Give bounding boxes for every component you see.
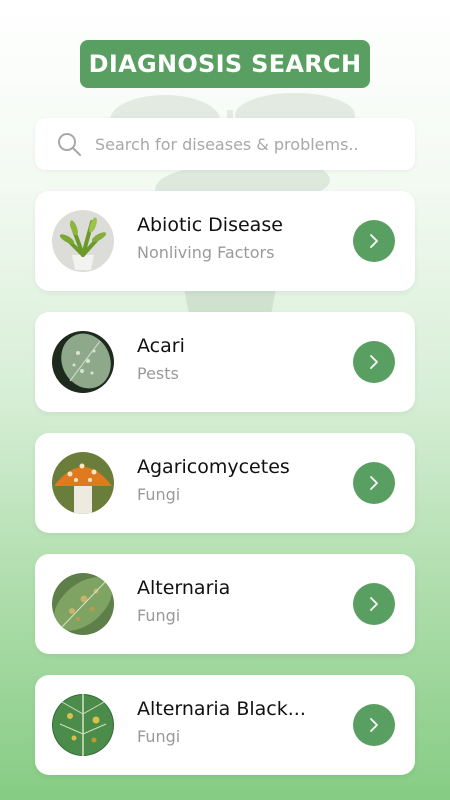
item-subtitle: Fungi bbox=[137, 606, 181, 625]
item-subtitle: Pests bbox=[137, 364, 179, 383]
mite-damaged-leaf-image bbox=[52, 331, 114, 393]
list-item-abiotic-disease[interactable]: Abiotic Disease Nonliving Factors bbox=[35, 191, 415, 291]
chevron-right-icon[interactable] bbox=[353, 341, 395, 383]
item-subtitle: Nonliving Factors bbox=[137, 243, 275, 262]
spotted-leaf-image bbox=[52, 573, 114, 635]
chevron-right-icon[interactable] bbox=[353, 220, 395, 262]
list-item-alternaria[interactable]: Alternaria Fungi bbox=[35, 554, 415, 654]
item-title: Alternaria bbox=[137, 577, 231, 599]
list-item-alternaria-black[interactable]: Alternaria Black... Fungi bbox=[35, 675, 415, 775]
blighted-leaf-image bbox=[52, 694, 114, 756]
search-bar[interactable] bbox=[35, 118, 415, 170]
list-item-acari[interactable]: Acari Pests bbox=[35, 312, 415, 412]
list-item-agaricomycetes[interactable]: Agaricomycetes Fungi bbox=[35, 433, 415, 533]
chevron-right-icon[interactable] bbox=[353, 462, 395, 504]
item-subtitle: Fungi bbox=[137, 727, 181, 746]
item-title: Alternaria Black... bbox=[137, 698, 306, 720]
potted-plant-image bbox=[52, 210, 114, 272]
page-title: DIAGNOSIS SEARCH bbox=[88, 50, 362, 78]
search-icon bbox=[58, 133, 81, 156]
item-subtitle: Fungi bbox=[137, 485, 181, 504]
chevron-right-icon[interactable] bbox=[353, 704, 395, 746]
chevron-right-icon[interactable] bbox=[353, 583, 395, 625]
diagnosis-list: Abiotic Disease Nonliving Factors Acari … bbox=[35, 191, 415, 796]
item-title: Agaricomycetes bbox=[137, 456, 290, 478]
page-title-badge: DIAGNOSIS SEARCH bbox=[80, 40, 370, 88]
mushroom-image bbox=[52, 452, 114, 514]
item-title: Abiotic Disease bbox=[137, 214, 283, 236]
item-title: Acari bbox=[137, 335, 185, 357]
search-input[interactable] bbox=[95, 134, 385, 154]
